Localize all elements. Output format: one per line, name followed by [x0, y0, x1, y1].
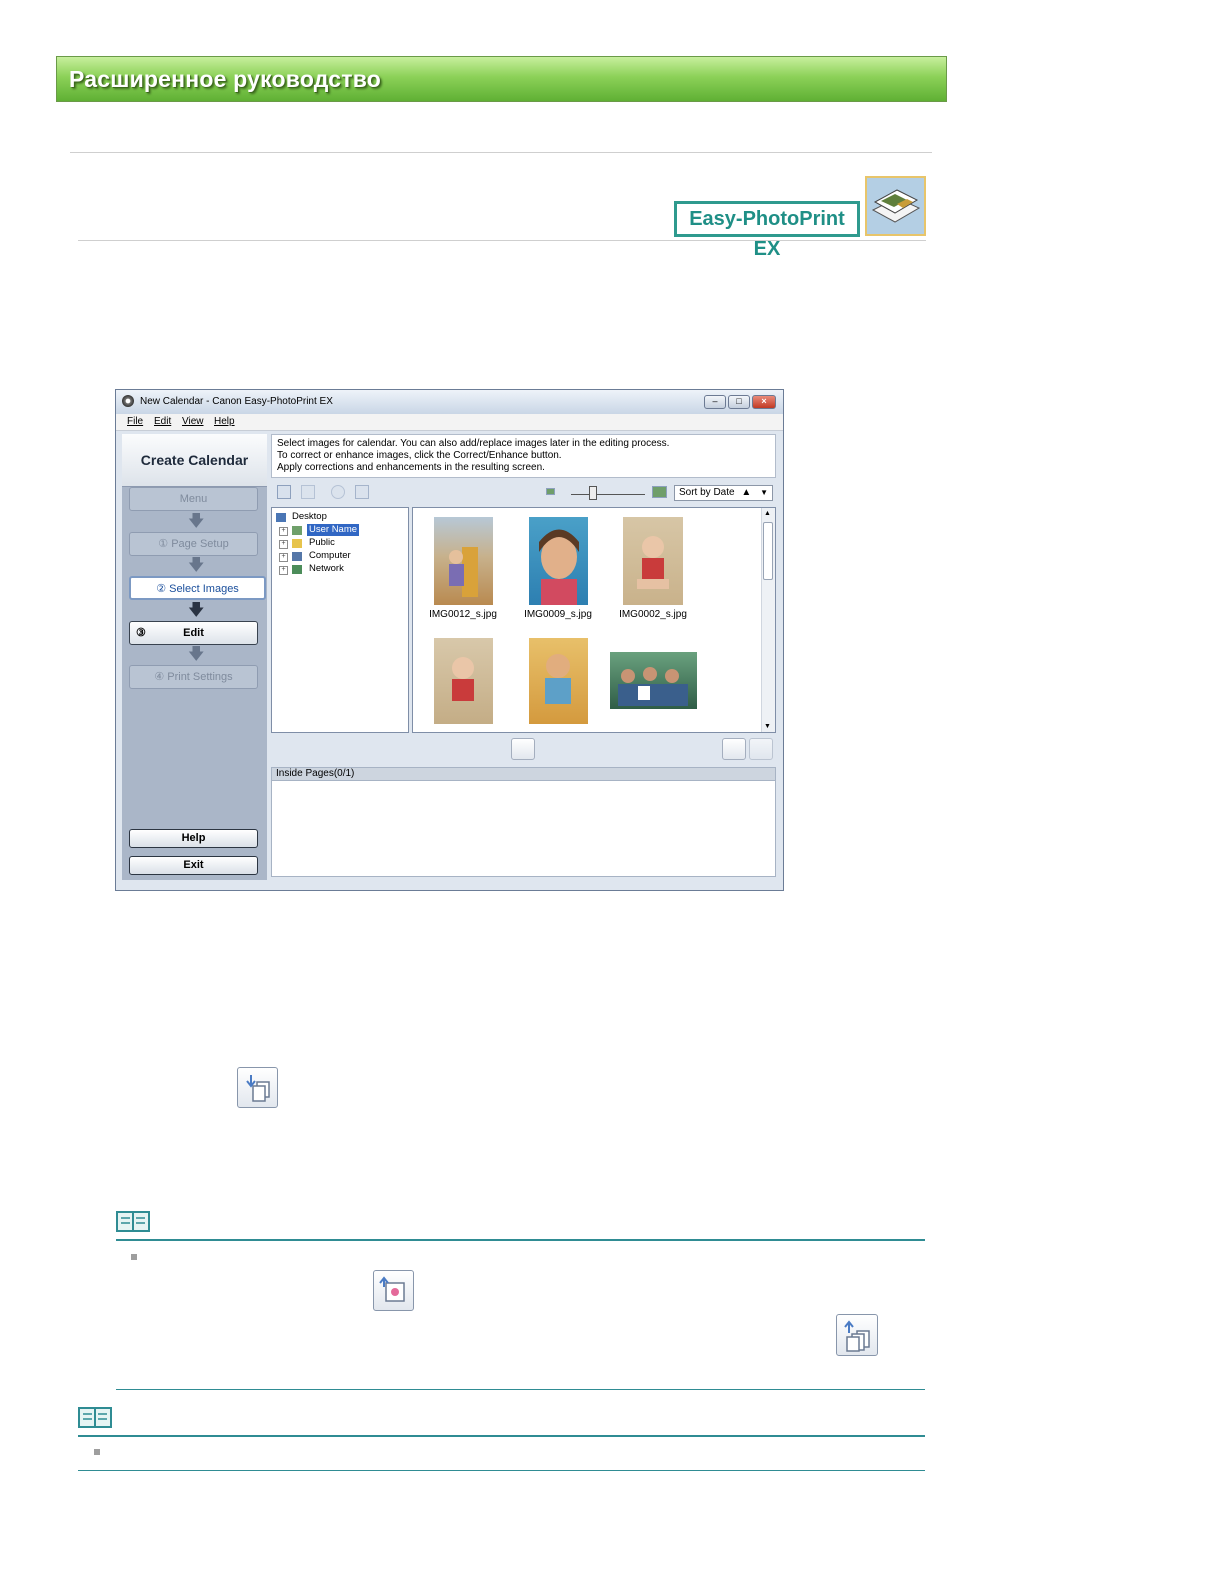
menu-step-button[interactable]: Menu — [129, 487, 258, 511]
expand-icon[interactable]: + — [279, 553, 288, 562]
note-icon — [116, 1211, 150, 1232]
thumbnail-image[interactable] — [434, 638, 493, 724]
inside-pages-area — [271, 781, 776, 877]
thumbnail-image[interactable] — [434, 517, 493, 605]
scroll-up-icon[interactable]: ▲ — [764, 510, 771, 517]
tree-item-user-name[interactable]: User Name — [307, 524, 360, 536]
step-number: ③ — [136, 627, 146, 639]
note-end-divider — [116, 1389, 925, 1390]
action-bar — [271, 736, 776, 762]
add-image-button[interactable] — [511, 738, 535, 760]
menu-view[interactable]: View — [182, 416, 204, 427]
page-setup-step-button[interactable]: ① Page Setup — [129, 532, 258, 556]
bullet — [94, 1449, 100, 1455]
thumbnail-image[interactable] — [529, 517, 588, 605]
note-end-divider — [78, 1470, 925, 1471]
tree-item-public[interactable]: Public — [309, 537, 335, 549]
left-panel: Create Calendar Menu 🡇 ① Page Setup 🡇 ② … — [122, 434, 267, 880]
folder-icon — [292, 539, 302, 548]
thumbnail-area: IMG0012_s.jpg IMG0009_s.jpg IMG0002_s.jp… — [412, 507, 776, 733]
select-all-icon[interactable] — [277, 485, 291, 499]
deselect-all-icon[interactable] — [301, 485, 315, 499]
network-icon — [292, 565, 302, 574]
tree-item-network[interactable]: Network — [309, 563, 344, 575]
product-logo-icon — [865, 176, 926, 236]
panel-title: Create Calendar — [122, 434, 267, 487]
instruction-line: To correct or enhance images, click the … — [277, 450, 562, 461]
arrow-down-icon: 🡇 — [188, 557, 205, 574]
user-folder-icon — [292, 526, 302, 535]
add-image-icon — [237, 1067, 278, 1108]
print-settings-step-button[interactable]: ④ Print Settings — [129, 665, 258, 689]
scroll-down-icon[interactable]: ▼ — [764, 723, 771, 730]
sort-value: Sort by Date — [679, 487, 735, 498]
note-icon — [78, 1407, 112, 1428]
replace-image-button[interactable] — [722, 738, 746, 760]
thumbnail-size-slider[interactable] — [571, 494, 645, 495]
sort-order-indicator: ▲ — [741, 487, 752, 498]
replace-all-images-button[interactable] — [749, 738, 773, 760]
top-divider — [70, 152, 932, 153]
vertical-scrollbar[interactable]: ▲ ▼ — [761, 508, 775, 732]
tree-item-computer[interactable]: Computer — [309, 550, 351, 562]
sort-dropdown[interactable]: Sort by Date ▲ ▼ — [674, 485, 773, 501]
note-divider — [116, 1239, 925, 1241]
bullet — [131, 1254, 137, 1260]
help-button[interactable]: Help — [129, 829, 258, 848]
edit-step-label: Edit — [183, 627, 204, 639]
menu-help[interactable]: Help — [214, 416, 235, 427]
exit-button[interactable]: Exit — [129, 856, 258, 875]
thumbnail-image[interactable] — [623, 517, 683, 605]
instructions-box: Select images for calendar. You can also… — [271, 434, 776, 478]
thumbnail-caption: IMG0012_s.jpg — [429, 609, 497, 620]
tree-item-desktop[interactable]: Desktop — [292, 511, 327, 523]
expand-icon[interactable]: + — [279, 527, 288, 536]
minimize-button[interactable]: – — [704, 395, 726, 409]
computer-icon — [292, 552, 302, 561]
maximize-button[interactable]: □ — [728, 395, 750, 409]
thumbnail-caption: IMG0002_s.jpg — [619, 609, 687, 620]
header-banner: Расширенное руководство — [56, 56, 947, 102]
chevron-down-icon: ▼ — [760, 488, 768, 497]
menu-file[interactable]: File — [127, 416, 143, 427]
replace-all-images-icon — [836, 1314, 878, 1356]
close-button[interactable]: × — [752, 395, 776, 409]
expand-icon[interactable]: + — [279, 540, 288, 549]
inside-pages-header: Inside Pages(0/1) — [271, 767, 776, 781]
image-info-icon[interactable] — [355, 485, 369, 499]
app-icon — [122, 395, 134, 407]
thumbnail-caption: IMG0009_s.jpg — [524, 609, 592, 620]
replace-image-icon — [373, 1270, 414, 1311]
arrow-down-icon: 🡇 — [188, 646, 205, 663]
header-divider — [78, 240, 926, 241]
image-toolbar: Sort by Date ▲ ▼ — [271, 482, 776, 504]
scroll-thumb[interactable] — [763, 522, 773, 580]
arrow-down-icon: 🡇 — [188, 602, 205, 619]
select-images-step-button[interactable]: ② Select Images — [129, 576, 266, 600]
window-titlebar: New Calendar - Canon Easy-PhotoPrint EX … — [116, 390, 783, 414]
note-divider — [78, 1435, 925, 1437]
arrow-down-icon: 🡇 — [188, 513, 205, 530]
menu-bar: File Edit View Help — [116, 414, 783, 431]
thumbnail-image[interactable] — [610, 652, 697, 709]
slider-knob[interactable] — [589, 486, 597, 500]
edit-step-button[interactable]: ③ Edit — [129, 621, 258, 645]
menu-edit[interactable]: Edit — [154, 416, 171, 427]
folder-tree: Desktop + User Name + Public + Computer … — [271, 507, 409, 733]
large-thumbnail-icon — [652, 486, 667, 498]
product-label: Easy-PhotoPrint EX — [674, 201, 860, 260]
app-window: New Calendar - Canon Easy-PhotoPrint EX … — [115, 389, 784, 891]
thumbnail-image[interactable] — [529, 638, 588, 724]
desktop-icon — [276, 513, 286, 522]
expand-icon[interactable]: + — [279, 566, 288, 575]
instruction-line: Select images for calendar. You can also… — [277, 438, 670, 449]
window-title: New Calendar - Canon Easy-PhotoPrint EX — [140, 396, 333, 407]
small-thumbnail-icon — [546, 488, 555, 495]
correct-enhance-icon[interactable] — [331, 485, 345, 499]
instruction-line: Apply corrections and enhancements in th… — [277, 462, 545, 473]
page-title: Расширенное руководство — [69, 66, 382, 92]
